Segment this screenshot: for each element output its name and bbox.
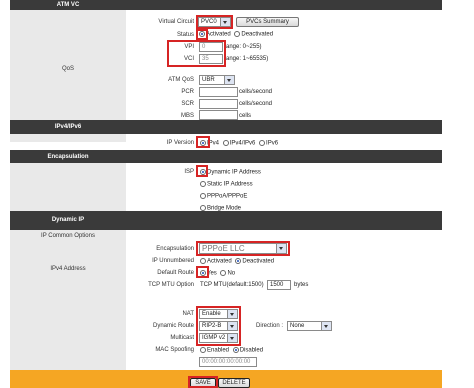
header-ipv4ipv6: IPv4/IPv6 [10,120,442,134]
footer-bar: SAVE DELETE [10,370,442,388]
section-qos-label: QoS [61,66,74,72]
highlight-vpi-vci [167,40,226,67]
header-encapsulation: Encapsulation [10,150,442,163]
direction-label: Direction : [255,323,283,329]
default-route-no-radio[interactable] [220,270,227,276]
default-route-no-label: No [227,270,236,277]
pcr-label: PCR [181,89,194,95]
pcr-unit: cells/second [239,89,273,95]
highlight-default-route [196,266,209,278]
mac-spoofing-enabled-radio[interactable] [200,347,206,353]
ip-unnumbered-activated-radio[interactable] [200,258,206,264]
section-ipv4-address-label: IPv4 Address [50,266,86,272]
config-form: ATM VC QoS IPv4/IPv6 Encapsulation Dynam… [10,0,442,388]
atm-qos-value: UBR [202,77,215,83]
isp-dynamic-option: Dynamic IP Address [200,169,261,176]
scr-unit: cells/second [239,101,273,107]
ip-version-dual-label: IPv4/IPv6 [229,140,256,147]
mac-spoofing-enabled-label: Enabled [207,347,230,354]
tcp-mtu-unit: bytes [294,282,309,288]
isp-static-label: Static IP Address [207,181,253,188]
header-dynamic-ip-label: Dynamic IP [51,217,85,223]
status-label: Status [176,32,194,38]
isp-static-option: Static IP Address [200,181,253,188]
delete-button[interactable]: DELETE [218,378,250,388]
ip-unnumbered-label: IP Unnumbered [152,258,194,264]
ip-unnumbered-activated-label: Activated [207,258,232,265]
mbs-input[interactable] [199,110,238,120]
vci-range-hint: range: 1~65535) [224,56,269,62]
highlight-save [188,376,218,388]
isp-pppoa-option: PPPoA/PPPoE [200,193,247,200]
scr-input[interactable] [199,99,238,109]
default-route-label: Default Route [157,270,194,276]
isp-pppoa-radio[interactable] [200,193,206,199]
pvcs-summary-button[interactable]: PVCs Summary [236,17,299,27]
right-margin [442,0,474,388]
chevron-down-icon [224,76,234,84]
multicast-label: Multicast [170,335,194,341]
isp-label: ISP [184,169,194,175]
isp-dynamic-label: Dynamic IP Address [207,169,261,176]
ip-version-label: IP Version [166,140,194,146]
isp-bridge-option: Bridge Mode [200,205,241,212]
ip-version-ipv6-radio[interactable] [259,140,266,146]
ip-unnumbered-deactivated-label: Deactivated [242,258,275,265]
tcp-mtu-caption: TCP MTU(default:1500) [200,282,264,288]
left-column-ipver [10,159,126,213]
ip-version-radio-group: IPv4 IPv4/IPv6 IPv6 [200,140,278,147]
header-atm-vc-label: ATM VC [56,2,80,8]
isp-bridge-label: Bridge Mode [207,205,242,212]
status-deactivated-radio[interactable] [234,31,241,37]
direction-value: None [290,323,305,329]
left-column-common [10,222,126,388]
highlight-isp [196,165,208,177]
ip-version-ipv6-label: IPv6 [266,140,279,147]
mbs-label: MBS [180,113,194,119]
highlight-ip-version [196,136,210,148]
header-ipv4ipv6-label: IPv4/IPv6 [54,124,82,130]
header-dynamic-ip: Dynamic IP [10,211,442,230]
highlight-virtual-circuit [196,15,233,29]
chevron-down-icon [321,322,331,330]
direction-select[interactable]: None [287,321,332,331]
header-encapsulation-label: Encapsulation [47,154,89,160]
ip-unnumbered-radio-group: Activated Deactivated [200,258,274,265]
tcp-mtu-input[interactable]: 1500 [267,280,291,290]
mbs-unit: cells [239,113,252,119]
isp-bridge-radio[interactable] [200,205,206,211]
status-radio-group: Activated Deactivated [199,31,273,38]
section-ip-common-label: IP Common Options [41,233,95,239]
atm-qos-select[interactable]: UBR [199,75,235,85]
header-atm-vc: ATM VC [10,0,442,10]
mac-spoofing-disabled-label: Disabled [239,347,264,354]
atm-qos-label: ATM QoS [168,77,194,83]
mac-spoofing-disabled-radio[interactable] [232,347,239,353]
ip-unnumbered-deactivated-radio[interactable] [235,258,242,264]
isp-static-radio[interactable] [200,181,206,187]
isp-pppoa-label: PPPoA/PPPoE [207,193,248,200]
status-deactivated-label: Deactivated [241,31,274,38]
mac-spoofing-label: MAC Spoofing [155,347,194,353]
tcp-mtu-label: TCP MTU Option [148,282,194,288]
scr-label: SCR [181,101,194,107]
encapsulation-label: Encapsulation [156,246,194,252]
dynamic-route-label: Dynamic Route [152,323,194,329]
ip-version-dual-radio[interactable] [222,140,229,146]
highlight-encapsulation [196,241,290,256]
mac-spoofing-radio-group: Enabled Disabled [200,347,263,354]
vpi-range-hint: range: 0~255) [224,44,262,50]
highlight-status [196,29,208,40]
pcr-input[interactable] [199,87,238,97]
virtual-circuit-label: Virtual Circuit [158,19,194,25]
status-activated-label: Activated [206,31,231,38]
highlight-ipv4-selects [196,306,241,346]
mac-address-input[interactable]: 00:00:00:00:00:00 [199,357,257,367]
nat-label: NAT [182,311,194,317]
